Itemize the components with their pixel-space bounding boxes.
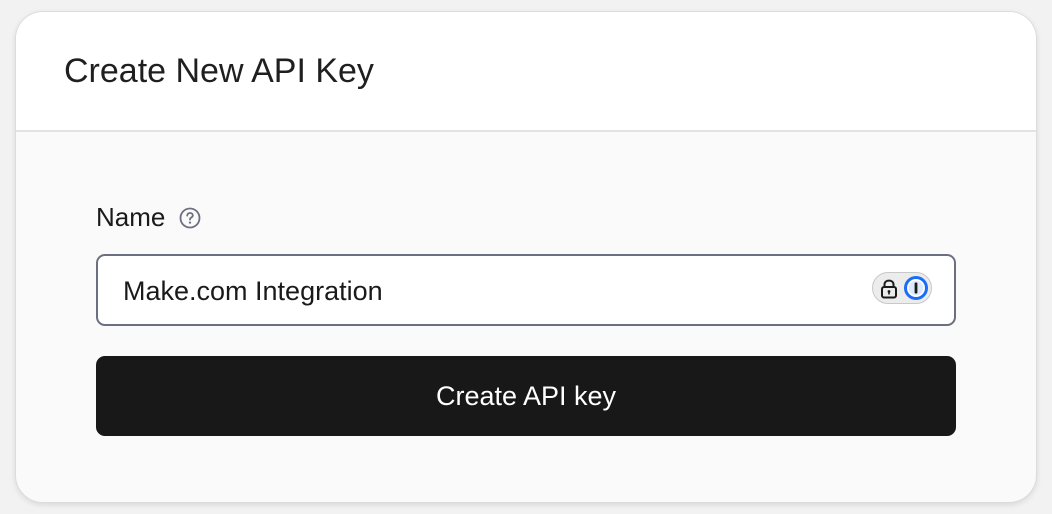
question-circle-icon[interactable] [179,207,201,229]
name-input[interactable] [98,256,865,326]
dialog-title: Create New API Key [64,51,374,90]
create-api-key-button[interactable]: Create API key [96,356,956,436]
lock-icon [879,278,899,300]
name-field-label-row: Name [96,202,201,233]
create-api-key-dialog: Create New API Key Name Make.com Integra… [15,11,1037,503]
1password-icon [903,275,929,301]
password-manager-badge[interactable] [872,272,932,304]
name-field-label: Name [96,202,166,232]
dialog-header: Create New API Key [16,12,1036,132]
name-input-wrapper [96,254,956,326]
